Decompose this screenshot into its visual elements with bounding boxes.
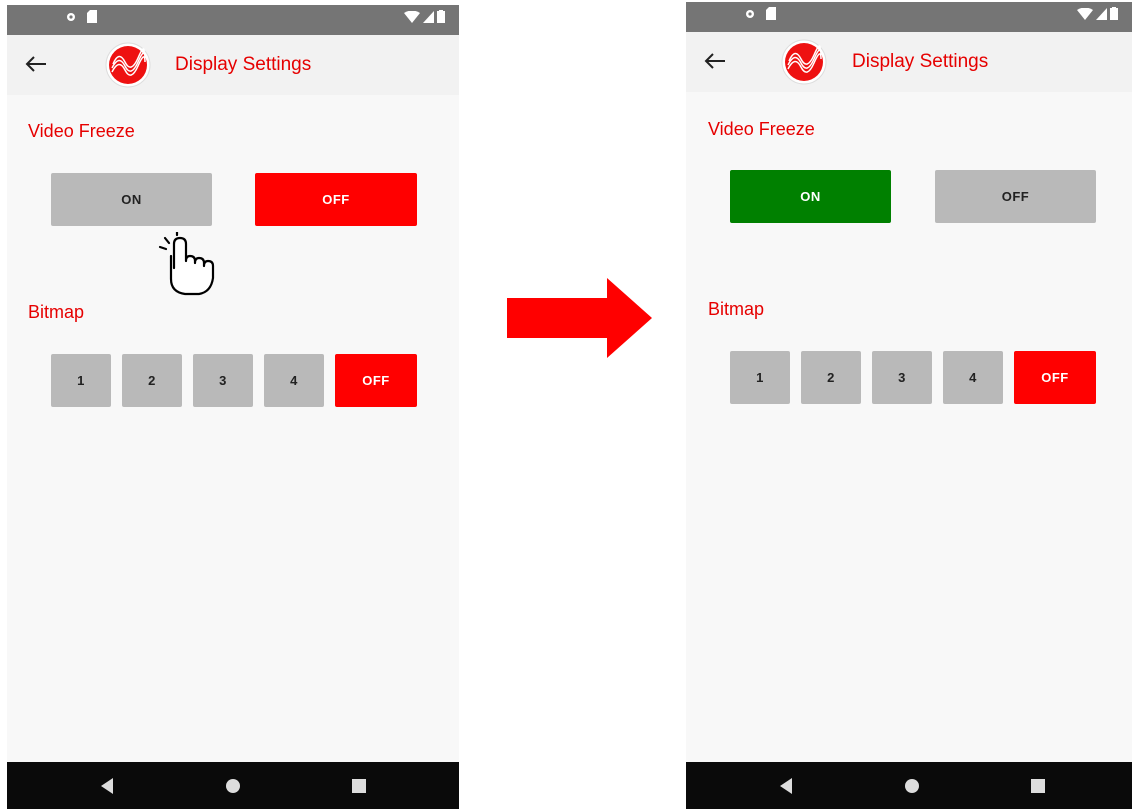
back-arrow-icon[interactable]	[25, 55, 47, 73]
phone-screen-after: Display Settings Video Freeze ON OFF Bit…	[686, 2, 1132, 809]
settings-icon	[67, 12, 75, 21]
navigation-bar	[686, 762, 1132, 809]
wifi-icon	[404, 10, 420, 23]
bitmap-label: Bitmap	[708, 299, 765, 319]
status-bar	[686, 2, 1132, 32]
battery-icon	[1110, 7, 1118, 20]
bitmap-off-button[interactable]: OFF	[335, 354, 417, 407]
tap-gesture-hand-icon	[158, 232, 215, 296]
nav-home-icon[interactable]	[902, 776, 922, 796]
bitmap-option-4-button[interactable]: 4	[264, 354, 324, 407]
bitmap-option-3-button[interactable]: 3	[193, 354, 253, 407]
bitmap-off-button[interactable]: OFF	[1014, 351, 1096, 404]
signal-icon	[1096, 7, 1107, 20]
sd-card-icon	[766, 7, 776, 20]
bitmap-option-2-button[interactable]: 2	[122, 354, 182, 407]
video-freeze-on-button[interactable]: ON	[51, 173, 212, 226]
signal-icon	[423, 10, 434, 23]
nav-home-icon[interactable]	[223, 776, 243, 796]
app-logo-icon	[105, 42, 151, 88]
transition-arrow-icon	[507, 278, 652, 358]
sd-card-icon	[87, 10, 97, 23]
nav-recents-icon[interactable]	[349, 776, 369, 796]
nav-back-icon[interactable]	[97, 776, 117, 796]
bitmap-option-3-button[interactable]: 3	[872, 351, 932, 404]
video-freeze-label: Video Freeze	[28, 121, 135, 141]
video-freeze-on-button[interactable]: ON	[730, 170, 891, 223]
wifi-icon	[1077, 7, 1093, 20]
bitmap-label: Bitmap	[28, 302, 85, 322]
phone-screen-before: Display Settings Video Freeze ON OFF Bit…	[7, 5, 459, 809]
bitmap-option-4-button[interactable]: 4	[943, 351, 1003, 404]
bitmap-option-1-button[interactable]: 1	[730, 351, 790, 404]
status-bar	[7, 5, 459, 35]
bitmap-option-2-button[interactable]: 2	[801, 351, 861, 404]
app-logo-icon	[781, 39, 827, 85]
app-bar: Display Settings	[686, 32, 1132, 92]
bitmap-option-1-button[interactable]: 1	[51, 354, 111, 407]
video-freeze-off-button[interactable]: OFF	[935, 170, 1096, 223]
app-bar: Display Settings	[7, 35, 459, 95]
video-freeze-off-button[interactable]: OFF	[255, 173, 417, 226]
back-arrow-icon[interactable]	[704, 52, 726, 70]
settings-icon	[746, 9, 754, 18]
nav-recents-icon[interactable]	[1028, 776, 1048, 796]
video-freeze-label: Video Freeze	[708, 119, 815, 139]
battery-icon	[437, 10, 445, 23]
nav-back-icon[interactable]	[776, 776, 796, 796]
page-title: Display Settings	[852, 51, 989, 72]
navigation-bar	[7, 762, 459, 809]
page-title: Display Settings	[175, 54, 312, 75]
